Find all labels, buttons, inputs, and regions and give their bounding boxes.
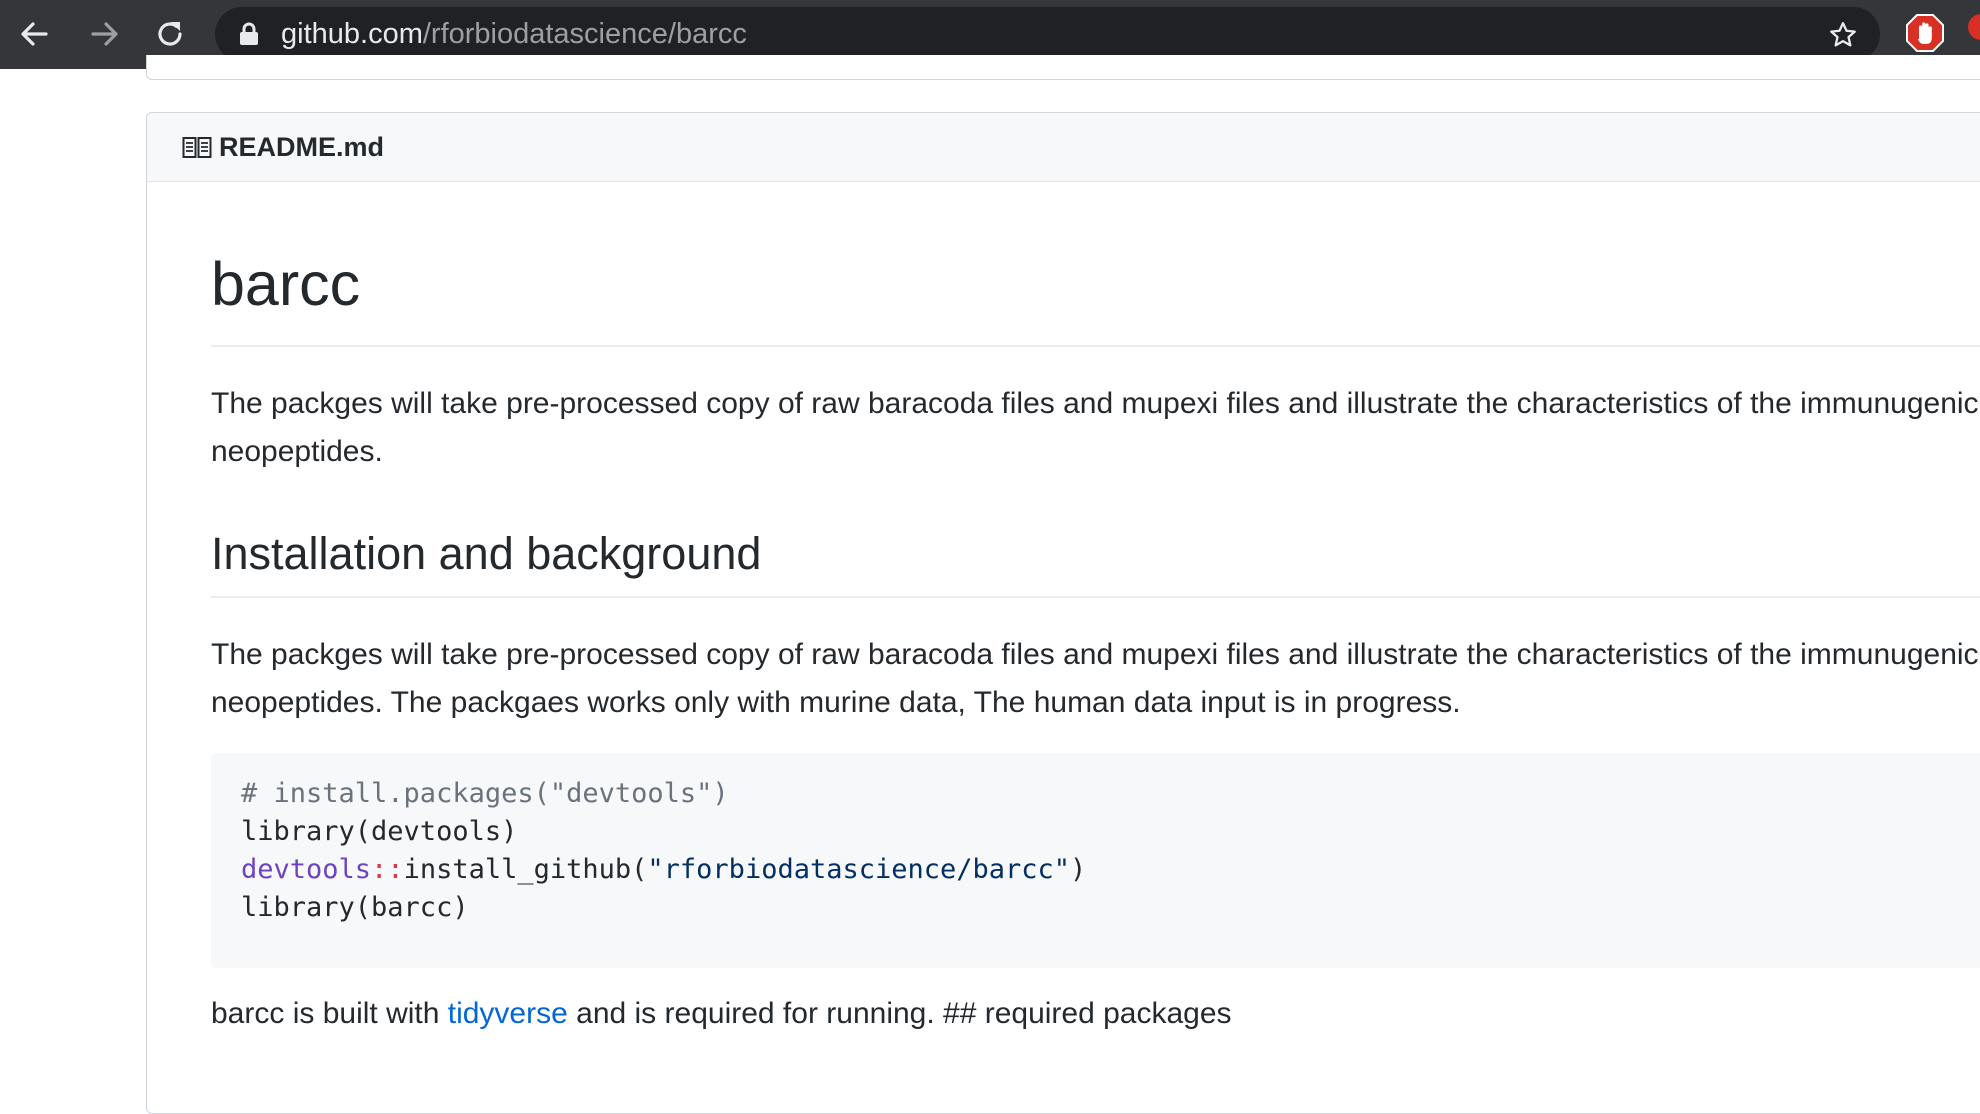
intro-paragraph: The packges will take pre-processed copy… [211,387,1979,468]
code-string: "rforbiodatascience/barcc" [647,854,1071,885]
code-block[interactable]: # install.packages("devtools") library(de… [211,753,1980,968]
section-heading: Installation and background [211,528,762,579]
page-title: barcc [211,250,361,318]
url-host: github.com [281,18,423,50]
adblock-hand-icon[interactable] [1905,13,1945,53]
code-line-1: # install.packages("devtools") [241,775,1980,813]
title-divider [211,345,1980,347]
back-button[interactable] [8,8,60,60]
footer-paragraph: barcc is built with tidyverse and is req… [211,990,1980,1038]
readme-article: barcc The packges will take pre-processe… [211,212,1980,1038]
code-namespace: devtools [241,854,372,885]
address-bar[interactable]: github.com/rforbiodatascience/barcc [215,7,1880,61]
star-icon[interactable] [1828,20,1858,50]
back-arrow-icon [21,22,48,46]
book-icon [182,137,212,158]
footer-text-before: barcc is built with [211,997,448,1030]
readme-header: README.md [147,113,1980,182]
lock-icon[interactable] [239,22,259,46]
section-divider [211,596,1980,598]
url-text[interactable]: github.com/rforbiodatascience/barcc [281,7,747,61]
code-comment: # install.packages("devtools") [241,778,729,809]
code-function: install_github( [403,854,648,885]
code-operator: :: [371,854,404,885]
previous-file-box [146,55,1980,80]
forward-button[interactable] [79,8,131,60]
code-line-2: library(devtools) [241,816,518,847]
reload-button[interactable] [144,8,196,60]
code-line-4: library(barcc) [241,892,469,923]
code-close-paren: ) [1070,854,1087,885]
extension-icon[interactable] [1968,14,1980,40]
url-path: /rforbiodatascience/barcc [422,18,747,50]
forward-arrow-icon [91,22,118,46]
readme-filename[interactable]: README.md [219,113,384,181]
footer-text-after: and is required for running. ## required… [567,997,1232,1030]
tidyverse-link[interactable]: tidyverse [448,997,568,1030]
section-paragraph: The packges will take pre-processed copy… [211,638,1979,719]
code-line-3: devtools::install_github("rforbiodatasci… [241,851,1980,889]
reload-icon [158,22,182,46]
